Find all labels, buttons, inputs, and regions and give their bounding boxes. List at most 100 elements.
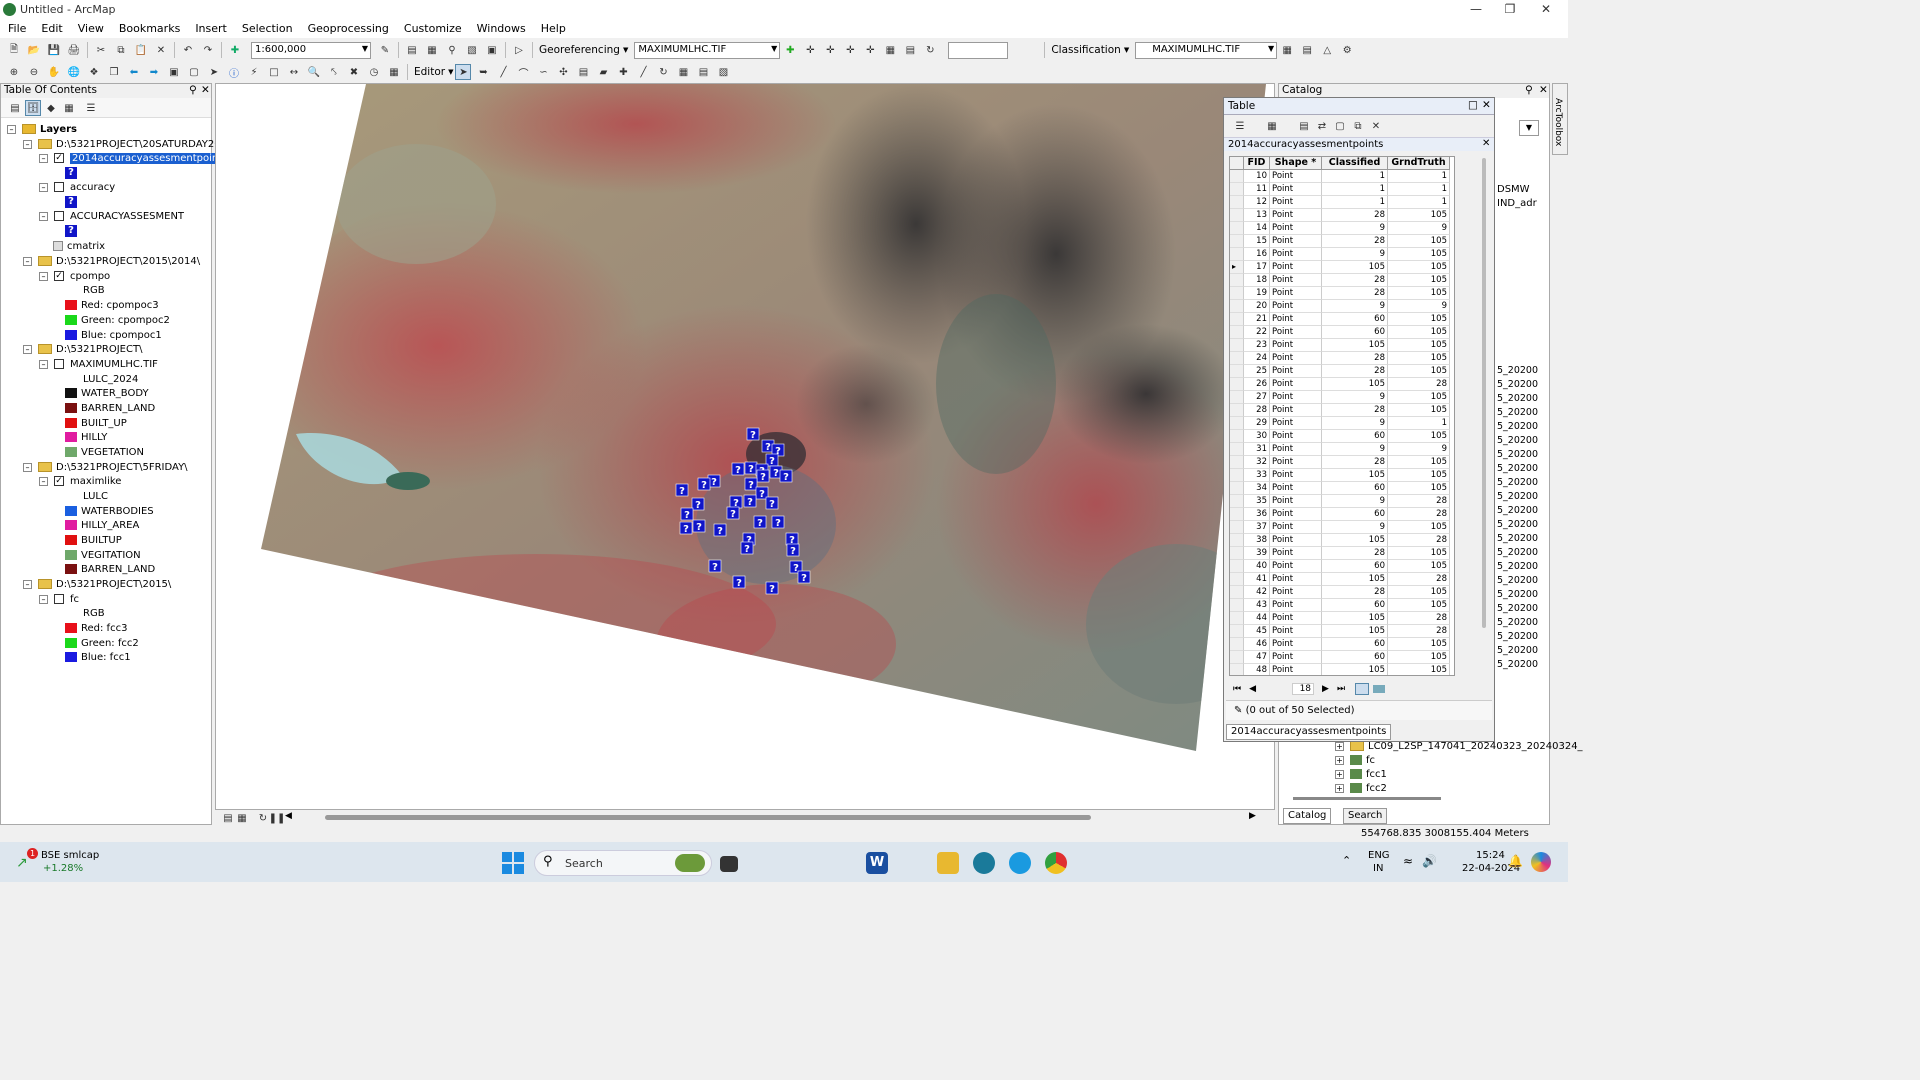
- table-cell[interactable]: 28: [1322, 586, 1388, 599]
- table-cell[interactable]: Point: [1270, 274, 1322, 287]
- table-cell[interactable]: 28: [1244, 404, 1270, 417]
- table-cell[interactable]: 18: [1244, 274, 1270, 287]
- layer-checkbox[interactable]: ✓: [54, 153, 64, 163]
- scroll-left-icon[interactable]: ◀: [285, 811, 292, 821]
- classification-layer-dropdown[interactable]: MAXIMUMLHC.TIF ▼: [1135, 41, 1278, 59]
- row-selector[interactable]: [1230, 183, 1244, 196]
- row-selector[interactable]: [1230, 274, 1244, 287]
- table-cell[interactable]: 105: [1388, 430, 1450, 443]
- forward-icon[interactable]: ➡: [146, 64, 162, 80]
- table-cell[interactable]: 36: [1244, 508, 1270, 521]
- task-view-icon[interactable]: [720, 856, 738, 872]
- table-cell[interactable]: Point: [1270, 625, 1322, 638]
- row-selector[interactable]: [1230, 339, 1244, 352]
- table-cell[interactable]: 28: [1322, 404, 1388, 417]
- hyperlink-icon[interactable]: ⚡: [246, 64, 262, 80]
- table-row[interactable]: 35 Point 9 28: [1230, 495, 1454, 508]
- row-selector[interactable]: [1230, 664, 1244, 675]
- column-header[interactable]: Shape *: [1270, 157, 1322, 170]
- table-cell[interactable]: Point: [1270, 521, 1322, 534]
- table-cell[interactable]: 105: [1322, 664, 1388, 675]
- row-selector[interactable]: [1230, 404, 1244, 417]
- table-cell[interactable]: 105: [1388, 365, 1450, 378]
- table-cell[interactable]: Point: [1270, 365, 1322, 378]
- table-cell[interactable]: 25: [1244, 365, 1270, 378]
- table-tab-close-icon[interactable]: ✕: [1482, 138, 1490, 149]
- table-cell[interactable]: 17: [1244, 261, 1270, 274]
- link-table-icon[interactable]: ▤: [902, 42, 918, 58]
- table-cell[interactable]: 105: [1322, 378, 1388, 391]
- notification-bell-icon[interactable]: 🔔: [1508, 854, 1523, 868]
- catalog-item-partial[interactable]: 5_20200: [1497, 574, 1538, 588]
- menu-windows[interactable]: Windows: [469, 20, 533, 35]
- language-indicator[interactable]: ENG: [1368, 850, 1390, 861]
- table-row[interactable]: 18 Point 28 105: [1230, 274, 1454, 287]
- row-selector[interactable]: [1230, 521, 1244, 534]
- layer-fc[interactable]: – fc: [39, 592, 79, 606]
- table-row[interactable]: 47 Point 60 105: [1230, 651, 1454, 664]
- column-header[interactable]: Classified: [1322, 157, 1388, 170]
- table-row[interactable]: 12 Point 1 1: [1230, 196, 1454, 209]
- save-icon[interactable]: 💾: [46, 42, 62, 58]
- row-selector[interactable]: [1230, 482, 1244, 495]
- table-row[interactable]: 46 Point 60 105: [1230, 638, 1454, 651]
- table-cell[interactable]: 9: [1388, 443, 1450, 456]
- row-selector[interactable]: [1230, 352, 1244, 365]
- table-row[interactable]: 27 Point 9 105: [1230, 391, 1454, 404]
- python-window-icon[interactable]: ▣: [484, 42, 500, 58]
- table-cell[interactable]: 41: [1244, 573, 1270, 586]
- row-selector[interactable]: [1230, 300, 1244, 313]
- accuracy-point-marker[interactable]: ?: [708, 559, 722, 573]
- table-cell[interactable]: 28: [1322, 235, 1388, 248]
- table-cell[interactable]: 105: [1388, 404, 1450, 417]
- table-cell[interactable]: Point: [1270, 508, 1322, 521]
- table-cell[interactable]: 105: [1388, 469, 1450, 482]
- menu-view[interactable]: View: [70, 20, 111, 35]
- layout-view-icon[interactable]: ▦: [234, 810, 250, 826]
- accuracy-point-marker[interactable]: ?: [692, 519, 706, 533]
- table-row[interactable]: 26 Point 105 28: [1230, 378, 1454, 391]
- table-cell[interactable]: Point: [1270, 378, 1322, 391]
- catalog-item-partial[interactable]: 5_20200: [1497, 602, 1538, 616]
- table-row[interactable]: 11 Point 1 1: [1230, 183, 1454, 196]
- pause-drawing-icon[interactable]: ❚❚: [269, 810, 286, 826]
- table-cell[interactable]: 38: [1244, 534, 1270, 547]
- menu-customize[interactable]: Customize: [396, 20, 469, 35]
- catalog-item-partial[interactable]: 5_20200: [1497, 504, 1538, 518]
- table-cell[interactable]: 105: [1388, 560, 1450, 573]
- table-cell[interactable]: 60: [1322, 430, 1388, 443]
- catalog-item-partial[interactable]: 5_20200: [1497, 518, 1538, 532]
- table-cell[interactable]: 21: [1244, 313, 1270, 326]
- group-folder-4[interactable]: – D:\5321PROJECT\5FRIDAY\: [23, 460, 188, 474]
- catalog-item-partial[interactable]: 5_20200: [1497, 364, 1538, 378]
- view-link-table-icon[interactable]: ▦: [882, 42, 898, 58]
- table-cell[interactable]: 33: [1244, 469, 1270, 482]
- model-builder-icon[interactable]: ▷: [511, 42, 527, 58]
- find-icon[interactable]: 🔍: [306, 64, 322, 80]
- table-cell[interactable]: 11: [1244, 183, 1270, 196]
- table-cell[interactable]: Point: [1270, 339, 1322, 352]
- toc-options-icon[interactable]: ☰: [83, 100, 99, 116]
- table-cell[interactable]: 105: [1388, 326, 1450, 339]
- table-cell[interactable]: 37: [1244, 521, 1270, 534]
- table-row[interactable]: 37 Point 9 105: [1230, 521, 1454, 534]
- table-cell[interactable]: 105: [1388, 313, 1450, 326]
- catalog-item-partial[interactable]: 5_20200: [1497, 378, 1538, 392]
- start-icon[interactable]: [502, 852, 524, 874]
- add-control-points-icon[interactable]: ✚: [782, 42, 798, 58]
- table-cell[interactable]: 105: [1322, 612, 1388, 625]
- table-cell[interactable]: 9: [1388, 300, 1450, 313]
- table-cmatrix[interactable]: cmatrix: [53, 239, 105, 253]
- volume-icon[interactable]: 🔊: [1422, 854, 1437, 868]
- point-icon[interactable]: ✣: [555, 64, 571, 80]
- row-selector[interactable]: [1230, 534, 1244, 547]
- accuracy-point-marker[interactable]: ?: [744, 477, 758, 491]
- table-row[interactable]: 21 Point 60 105: [1230, 313, 1454, 326]
- table-cell[interactable]: 9: [1322, 248, 1388, 261]
- table-cell[interactable]: 28: [1388, 612, 1450, 625]
- table-row[interactable]: 32 Point 28 105: [1230, 456, 1454, 469]
- row-selector[interactable]: [1230, 326, 1244, 339]
- previous-record-icon[interactable]: ◀: [1249, 684, 1256, 694]
- time-slider-icon[interactable]: ◷: [366, 64, 382, 80]
- menu-help[interactable]: Help: [533, 20, 573, 35]
